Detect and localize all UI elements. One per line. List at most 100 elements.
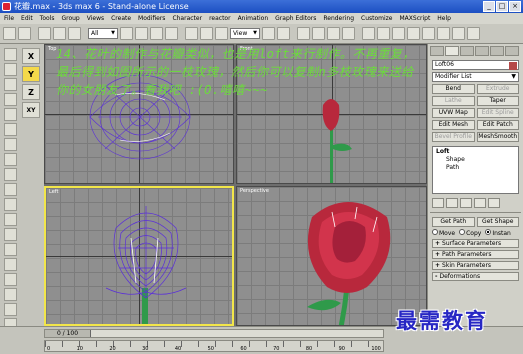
time-slider-thumb[interactable]: 0 / 100 <box>45 330 91 337</box>
viewport-left[interactable]: Left <box>44 186 234 326</box>
axis-z-button[interactable]: Z <box>22 84 40 100</box>
rollout-surface-parameters[interactable]: + Surface Parameters <box>432 239 519 248</box>
time-slider[interactable]: 0 / 100 <box>44 329 384 338</box>
rollout-skin-parameters[interactable]: + Skin Parameters <box>432 261 519 270</box>
modify-tab-icon[interactable] <box>445 46 459 56</box>
tool-icon-7[interactable] <box>4 138 17 151</box>
tool-icon-15[interactable] <box>4 258 17 271</box>
tool-icon-2[interactable] <box>4 63 17 76</box>
uvw-map-button[interactable]: UVW Map <box>432 108 475 118</box>
menu-character[interactable]: Character <box>172 15 202 22</box>
axis-xy-button[interactable]: XY <box>22 102 40 118</box>
spinner-snap-icon[interactable] <box>342 27 355 40</box>
redo-icon[interactable] <box>18 27 31 40</box>
pivot-center-icon[interactable] <box>262 27 275 40</box>
track-bar[interactable]: 0 10 20 30 40 50 60 70 80 90 100 <box>44 340 384 352</box>
get-path-button[interactable]: Get Path <box>432 217 475 227</box>
bend-button[interactable]: Bend <box>432 84 475 94</box>
menu-graph-editors[interactable]: Graph Editors <box>275 15 316 22</box>
menu-file[interactable]: File <box>4 15 14 22</box>
stack-item-loft[interactable]: Loft <box>436 148 515 156</box>
schematic-view-icon[interactable] <box>422 27 435 40</box>
menu-group[interactable]: Group <box>61 15 79 22</box>
tool-icon-10[interactable] <box>4 183 17 196</box>
radio-move[interactable]: Move <box>432 229 455 237</box>
taper-button[interactable]: Taper <box>476 96 519 106</box>
axis-x-button[interactable]: X <box>22 48 40 64</box>
rectangle-selection-icon[interactable] <box>150 27 163 40</box>
reference-coordinate-dropdown[interactable]: View ▼ <box>230 28 260 39</box>
remove-modifier-icon[interactable] <box>474 198 486 208</box>
menu-tools[interactable]: Tools <box>40 15 55 22</box>
undo-icon[interactable] <box>3 27 16 40</box>
utilities-tab-icon[interactable] <box>505 46 519 56</box>
display-tab-icon[interactable] <box>490 46 504 56</box>
tool-icon-18[interactable] <box>4 303 17 316</box>
axis-y-button[interactable]: Y <box>22 66 40 82</box>
get-shape-button[interactable]: Get Shape <box>476 217 519 227</box>
align-icon[interactable] <box>377 27 390 40</box>
tool-icon-5[interactable] <box>4 108 17 121</box>
rollout-deformations[interactable]: - Deformations <box>432 272 519 281</box>
motion-tab-icon[interactable] <box>475 46 489 56</box>
mirror-icon[interactable] <box>362 27 375 40</box>
bind-space-warp-icon[interactable] <box>68 27 81 40</box>
tool-icon-17[interactable] <box>4 288 17 301</box>
radio-instance[interactable]: Instan <box>485 229 511 237</box>
layer-manager-icon[interactable] <box>392 27 405 40</box>
window-crossing-icon[interactable] <box>165 27 178 40</box>
tool-icon-8[interactable] <box>4 153 17 166</box>
minimize-button[interactable]: _ <box>483 1 495 12</box>
select-object-icon[interactable] <box>120 27 133 40</box>
edit-patch-button[interactable]: Edit Patch <box>476 120 519 130</box>
show-end-result-icon[interactable] <box>446 198 458 208</box>
rollout-path-parameters[interactable]: + Path Parameters <box>432 250 519 259</box>
pin-stack-icon[interactable] <box>432 198 444 208</box>
tool-icon-9[interactable] <box>4 168 17 181</box>
close-button[interactable]: × <box>509 1 521 12</box>
configure-sets-icon[interactable] <box>488 198 500 208</box>
tool-icon-1[interactable] <box>4 48 17 61</box>
select-rotate-icon[interactable] <box>200 27 213 40</box>
percent-snap-icon[interactable] <box>327 27 340 40</box>
angle-snap-icon[interactable] <box>312 27 325 40</box>
menu-animation[interactable]: Animation <box>238 15 269 22</box>
tool-icon-4[interactable] <box>4 93 17 106</box>
meshsmooth-button[interactable]: MeshSmooth <box>476 132 519 142</box>
render-scene-icon[interactable] <box>452 27 465 40</box>
stack-item-shape[interactable]: Shape <box>436 156 515 164</box>
modifier-stack[interactable]: Loft Shape Path <box>432 146 519 194</box>
stack-item-path[interactable]: Path <box>436 164 515 172</box>
menu-customize[interactable]: Customize <box>361 15 393 22</box>
tool-icon-12[interactable] <box>4 213 17 226</box>
tool-icon-6[interactable] <box>4 123 17 136</box>
tool-icon-11[interactable] <box>4 198 17 211</box>
unlink-icon[interactable] <box>53 27 66 40</box>
tool-icon-16[interactable] <box>4 273 17 286</box>
select-by-name-icon[interactable] <box>135 27 148 40</box>
material-editor-icon[interactable] <box>437 27 450 40</box>
menu-reactor[interactable]: reactor <box>209 15 231 22</box>
selection-filter-dropdown[interactable]: All ▼ <box>88 28 118 39</box>
select-move-icon[interactable] <box>185 27 198 40</box>
modifier-list-dropdown[interactable]: Modifier List ▼ <box>432 72 519 82</box>
tool-icon-14[interactable] <box>4 243 17 256</box>
object-color-swatch[interactable] <box>509 62 517 70</box>
menu-views[interactable]: Views <box>87 15 104 22</box>
tool-icon-3[interactable] <box>4 78 17 91</box>
menu-modifiers[interactable]: Modifiers <box>138 15 165 22</box>
snaps-toggle-icon[interactable] <box>297 27 310 40</box>
object-name-field[interactable]: Loft06 <box>432 60 519 70</box>
edit-mesh-button[interactable]: Edit Mesh <box>432 120 475 130</box>
link-icon[interactable] <box>38 27 51 40</box>
menu-edit[interactable]: Edit <box>21 15 33 22</box>
menu-create[interactable]: Create <box>111 15 131 22</box>
menu-rendering[interactable]: Rendering <box>323 15 354 22</box>
make-unique-icon[interactable] <box>460 198 472 208</box>
hierarchy-tab-icon[interactable] <box>460 46 474 56</box>
menu-help[interactable]: Help <box>437 15 451 22</box>
maximize-button[interactable]: □ <box>496 1 508 12</box>
curve-editor-icon[interactable] <box>407 27 420 40</box>
radio-copy[interactable]: Copy <box>459 229 481 237</box>
select-manipulate-icon[interactable] <box>277 27 290 40</box>
